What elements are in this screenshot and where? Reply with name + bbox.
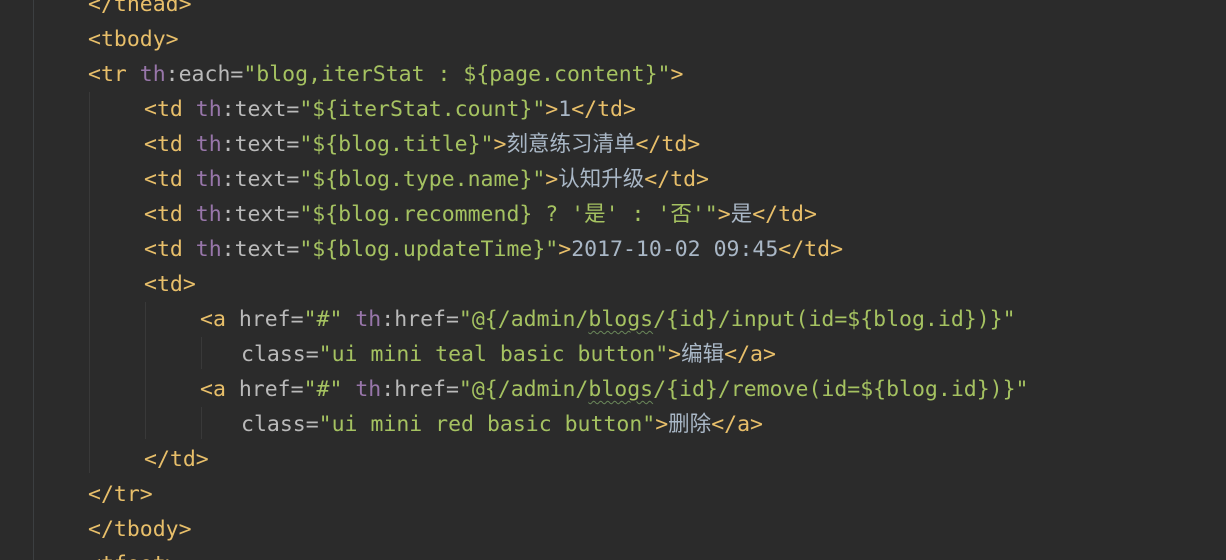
code-token: 刻意练习清单 <box>506 132 636 157</box>
code-token: <td <box>144 97 196 122</box>
code-token: > <box>545 167 559 192</box>
code-line[interactable]: <td> <box>144 267 196 302</box>
code-line[interactable]: </thead> <box>88 0 192 22</box>
code-line[interactable]: </tbody> <box>88 512 192 547</box>
code-token: > <box>717 202 731 227</box>
code-line[interactable]: <td th:text="${blog.type.name}">认知升级</td… <box>144 162 709 197</box>
code-token: <tbody> <box>88 27 179 52</box>
code-token: <tfoot> <box>88 552 179 560</box>
code-line[interactable]: <td th:text="${iterStat.count}">1</td> <box>144 92 636 127</box>
code-token: class= <box>241 342 319 367</box>
code-token: 是 <box>730 202 753 227</box>
code-token: th <box>139 62 166 87</box>
code-token: "${blog.updateTime}" <box>299 237 559 262</box>
code-token: "@{/admin/ <box>458 377 589 402</box>
code-token: "ui mini red basic button" <box>318 412 656 437</box>
code-token: </td> <box>644 167 709 192</box>
code-token: "${iterStat.count}" <box>299 97 546 122</box>
code-token: "ui mini teal basic button" <box>318 342 669 367</box>
code-token: > <box>493 132 507 157</box>
code-line[interactable]: <tr th:each="blog,iterStat : ${page.cont… <box>88 57 683 92</box>
code-line[interactable]: </tr> <box>88 477 153 512</box>
code-token: <td> <box>144 272 196 297</box>
code-token: "${blog.recommend} ? '是' : '否'" <box>299 202 718 227</box>
code-line[interactable]: </td> <box>144 442 209 477</box>
code-token: "blog,iterStat : ${page.content}" <box>243 62 671 87</box>
gutter-separator <box>33 0 34 560</box>
code-token: </td> <box>752 202 817 227</box>
code-line[interactable]: <tfoot> <box>88 547 179 560</box>
code-line[interactable]: class="ui mini teal basic button">编辑</a> <box>241 337 776 372</box>
code-token: :href= <box>381 307 459 332</box>
code-token: "#" <box>303 377 356 402</box>
code-line[interactable]: <a href="#" th:href="@{/admin/blogs/{id}… <box>200 302 1016 337</box>
code-line[interactable]: <td th:text="${blog.updateTime}">2017-10… <box>144 232 843 267</box>
code-token: :text= <box>221 202 300 227</box>
code-token: > <box>558 237 572 262</box>
code-token: class= <box>241 412 319 437</box>
code-token: <td <box>144 202 196 227</box>
code-line[interactable]: <tbody> <box>88 22 179 57</box>
code-token: :text= <box>221 167 300 192</box>
code-token: <a <box>200 307 239 332</box>
code-token: 1 <box>558 97 572 122</box>
code-token: th <box>195 167 222 192</box>
code-token: > <box>668 342 682 367</box>
code-token: <tr <box>88 62 140 87</box>
code-token: href= <box>238 377 304 402</box>
code-line[interactable]: <td th:text="${blog.title}">刻意练习清单</td> <box>144 127 700 162</box>
indent-guide <box>201 337 202 369</box>
code-token: 2017-10-02 09:45 <box>571 237 779 262</box>
code-token: blogs <box>588 377 654 402</box>
code-editor[interactable]: </thead> <tbody> <tr th:each="blog,iterSta… <box>0 0 1226 560</box>
code-token: </tbody> <box>88 517 192 542</box>
code-token: th <box>355 377 382 402</box>
code-token: 认知升级 <box>558 167 645 192</box>
indent-guide <box>145 302 146 439</box>
code-token: th <box>195 202 222 227</box>
code-token: "@{/admin/ <box>458 307 589 332</box>
code-token: th <box>195 97 222 122</box>
code-token: href= <box>238 307 304 332</box>
code-token: </td> <box>635 132 701 157</box>
code-token: </td> <box>778 237 844 262</box>
code-token: :each= <box>165 62 244 87</box>
code-line[interactable]: <a href="#" th:href="@{/admin/blogs/{id}… <box>200 372 1029 407</box>
code-token: <a <box>200 377 239 402</box>
code-token: <td <box>144 132 196 157</box>
code-token: > <box>655 412 669 437</box>
code-token: /{id}/remove(id=${blog.id})}" <box>653 377 1029 402</box>
code-token: > <box>545 97 559 122</box>
code-token: </td> <box>571 97 636 122</box>
code-token: "${blog.type.name}" <box>299 167 546 192</box>
code-token: :text= <box>221 237 300 262</box>
code-line[interactable]: <td th:text="${blog.recommend} ? '是' : '… <box>144 197 817 232</box>
code-token: "#" <box>303 307 356 332</box>
code-token: </thead> <box>88 0 192 17</box>
code-token: <td <box>144 237 196 262</box>
code-token: :href= <box>381 377 459 402</box>
code-token: :text= <box>221 132 300 157</box>
code-token: /{id}/input(id=${blog.id})}" <box>653 307 1016 332</box>
code-token: 编辑 <box>681 342 725 367</box>
indent-guide <box>89 92 90 473</box>
code-token: :text= <box>221 97 300 122</box>
code-token: > <box>670 62 684 87</box>
code-line[interactable]: class="ui mini red basic button">删除</a> <box>241 407 763 442</box>
code-token: th <box>195 132 222 157</box>
code-token: </a> <box>724 342 776 367</box>
code-token: </tr> <box>88 482 153 507</box>
code-token: 删除 <box>668 412 712 437</box>
code-token: th <box>195 237 222 262</box>
code-token: th <box>355 307 382 332</box>
code-token: </a> <box>711 412 763 437</box>
indent-guide <box>201 407 202 439</box>
code-token: "${blog.title}" <box>299 132 494 157</box>
code-token: blogs <box>588 307 654 332</box>
code-token: <td <box>144 167 196 192</box>
code-token: </td> <box>144 447 209 472</box>
